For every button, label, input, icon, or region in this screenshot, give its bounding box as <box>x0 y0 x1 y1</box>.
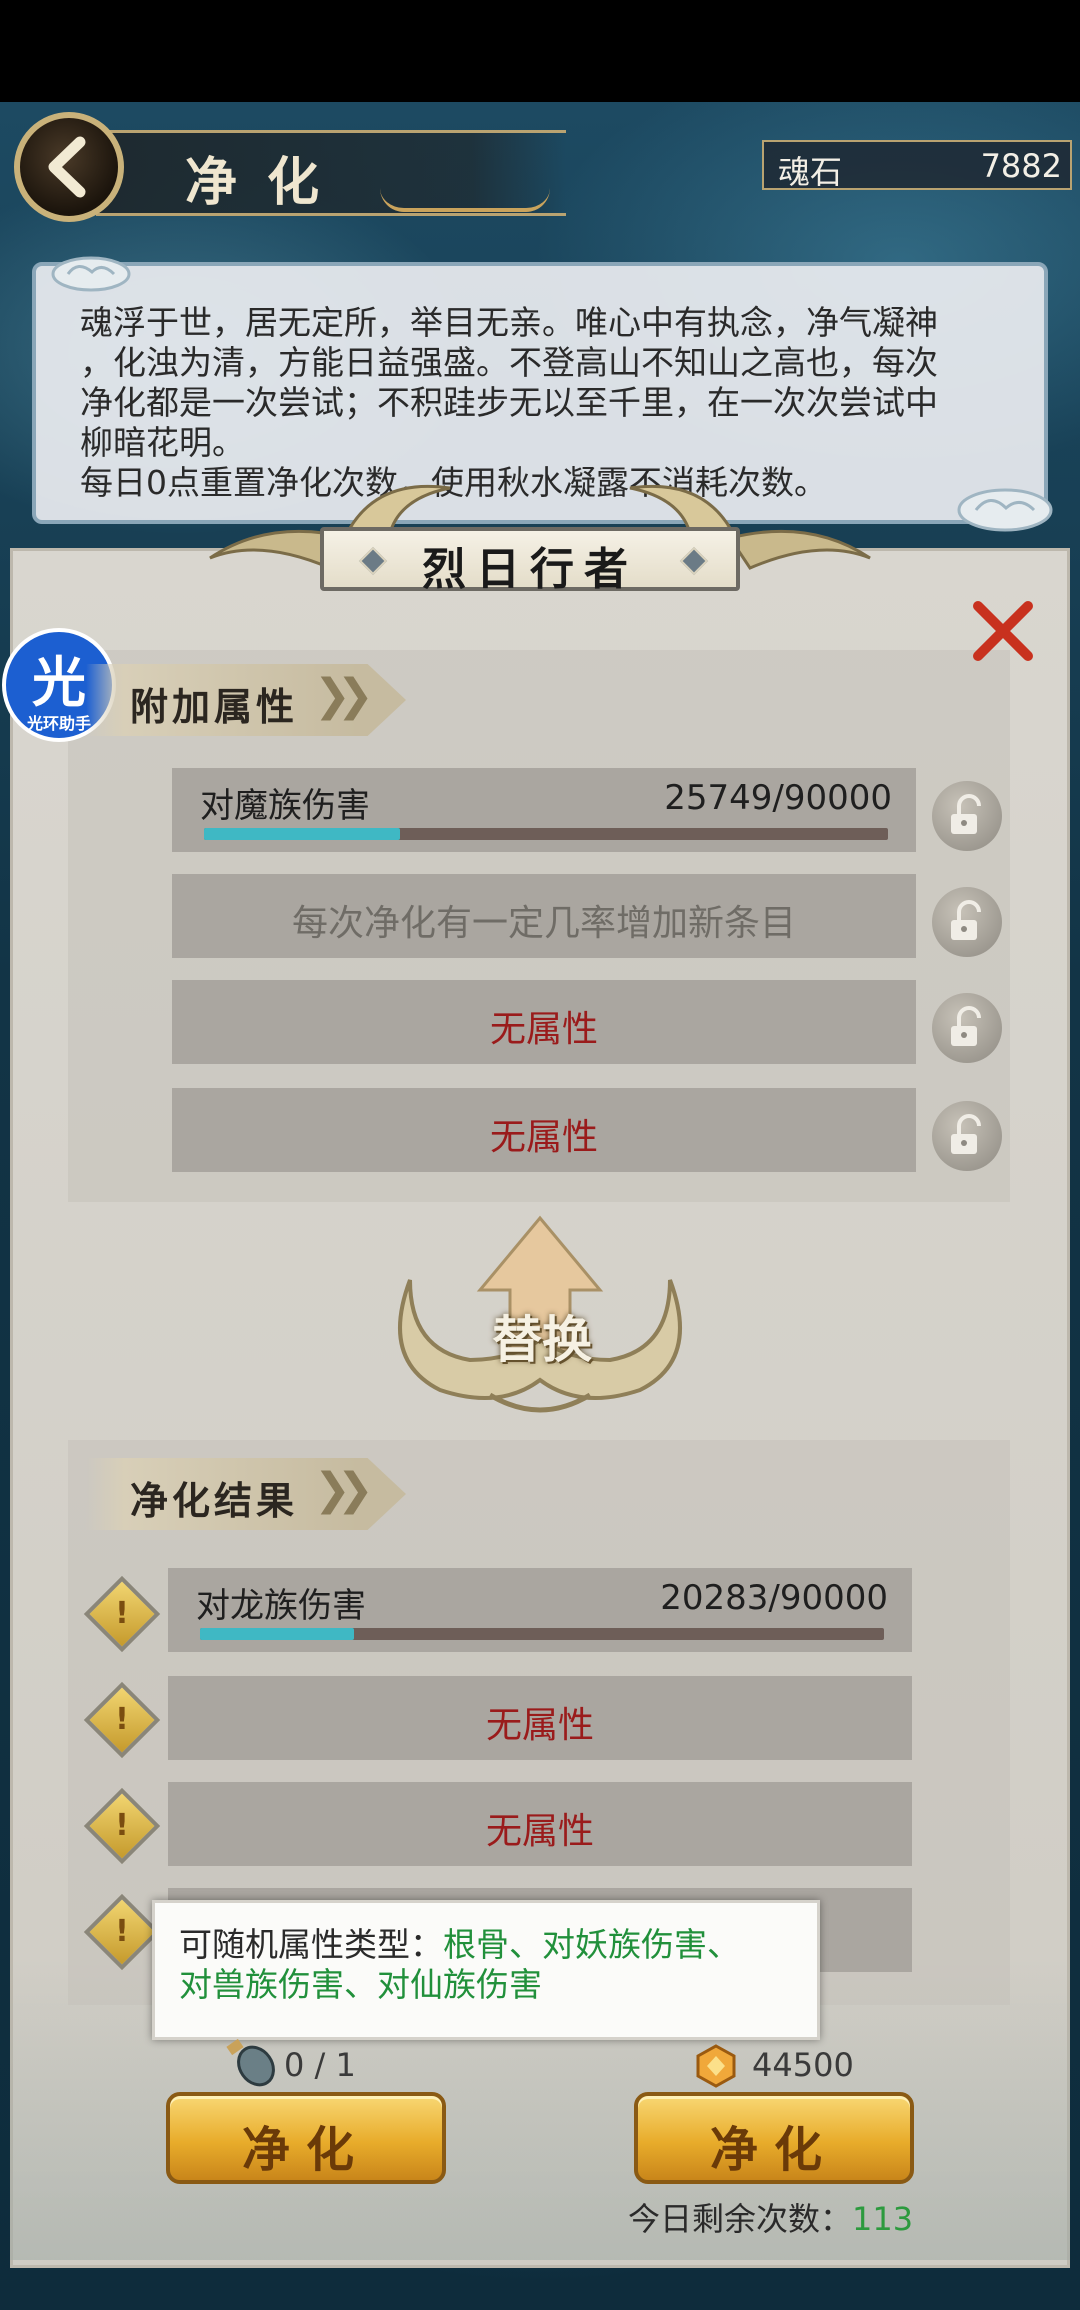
coin-cost: 44500 <box>752 2046 854 2084</box>
warning-icon: ! <box>83 1787 161 1865</box>
soul-stone-counter: 魂石 7882 <box>762 140 1072 191</box>
warning-button[interactable]: ! <box>82 1680 162 1760</box>
lock-button[interactable] <box>932 993 1002 1063</box>
section-title-attached: 附加属性 <box>130 684 299 729</box>
lock-button[interactable] <box>932 887 1002 957</box>
tooltip-types: 根骨、对妖族伤害、 <box>443 1925 740 1964</box>
description-text: 魂浮于世，居无定所，举目无亲。唯心中有执念，净气凝神 ，化浊为清，方能日益强盛。… <box>80 303 1020 503</box>
remaining-label: 今日剩余次数： <box>628 2200 853 2238</box>
status-bar <box>0 0 1080 102</box>
result-row: 无属性 <box>168 1676 912 1760</box>
attribute-name: 对魔族伤害 <box>200 786 370 826</box>
attribute-progress-fill <box>204 828 400 840</box>
attribute-progress-bar <box>204 828 888 840</box>
purify-with-coins-button[interactable]: 净化 <box>634 2092 914 2184</box>
button-label: 净化 <box>241 2122 370 2178</box>
result-row: 对龙族伤害 20283/90000 <box>168 1568 912 1652</box>
attribute-row: 无属性 <box>172 1088 916 1172</box>
warning-icon: ! <box>83 1575 161 1653</box>
warning-button[interactable]: ! <box>82 1786 162 1866</box>
lock-button[interactable] <box>932 1101 1002 1171</box>
attribute-row: 对魔族伤害 25749/90000 <box>172 768 916 852</box>
tooltip-label: 可随机属性类型： <box>179 1925 443 1964</box>
lock-icon <box>951 794 981 834</box>
attribute-empty: 无属性 <box>489 1117 598 1158</box>
page-title: 净化 <box>185 152 350 213</box>
purify-with-dew-button[interactable]: 净化 <box>166 2092 446 2184</box>
attribute-empty: 无属性 <box>485 1705 594 1746</box>
attribute-value: 25749/90000 <box>664 778 892 818</box>
attribute-empty: 无属性 <box>485 1811 594 1852</box>
close-icon[interactable] <box>968 596 1038 666</box>
dew-item-count: 0 / 1 <box>284 2046 356 2084</box>
button-label: 净化 <box>709 2122 838 2178</box>
section-title-result: 净化结果 <box>130 1478 299 1523</box>
attribute-row: 每次净化有一定几率增加新条目 <box>172 874 916 958</box>
coin-icon <box>696 2044 736 2088</box>
back-arrow-icon <box>48 136 86 198</box>
attribute-row: 无属性 <box>172 980 916 1064</box>
description-line: ，化浊为清，方能日益强盛。不登高山不知山之高也，每次 <box>80 343 938 382</box>
warning-icon: ! <box>83 1893 161 1971</box>
title-ornament <box>380 188 550 212</box>
attribute-hint: 每次净化有一定几率增加新条目 <box>291 903 796 944</box>
cloud-ornament <box>51 256 131 292</box>
attribute-types-tooltip: 可随机属性类型：根骨、对妖族伤害、 对兽族伤害、对仙族伤害 <box>152 1900 820 2040</box>
attribute-value: 20283/90000 <box>660 1578 888 1618</box>
remaining-value: 113 <box>852 2200 914 2238</box>
bottle-icon <box>226 2038 275 2087</box>
attribute-progress-fill <box>200 1628 354 1640</box>
result-row: 无属性 <box>168 1782 912 1866</box>
description-line: 魂浮于世，居无定所，举目无亲。唯心中有执念，净气凝神 <box>80 303 938 342</box>
tooltip-types: 对兽族伤害、对仙族伤害 <box>179 1965 542 2004</box>
lock-icon <box>951 900 981 940</box>
remaining-count: 今日剩余次数：113 <box>628 2194 913 2240</box>
warning-icon: ! <box>83 1681 161 1759</box>
attribute-empty: 无属性 <box>489 1009 598 1050</box>
back-button[interactable] <box>14 112 124 222</box>
attribute-name: 对龙族伤害 <box>196 1586 366 1626</box>
double-chevron-icon: ❯❯ <box>314 670 374 721</box>
description-line: 净化都是一次尝试；不积跬步无以至千里，在一次次尝试中 <box>80 383 938 422</box>
warning-button[interactable]: ! <box>82 1892 162 1972</box>
item-name: 烈日行者 <box>422 544 638 595</box>
description-line: 柳暗花明。 <box>80 423 245 462</box>
lock-icon <box>951 1114 981 1154</box>
replace-label: 替换 <box>492 1311 592 1369</box>
attribute-progress-bar <box>200 1628 884 1640</box>
currency-value: 7882 <box>980 147 1062 185</box>
double-chevron-icon: ❯❯ <box>314 1464 374 1515</box>
warning-button[interactable]: ! <box>82 1574 162 1654</box>
lock-button[interactable] <box>932 781 1002 851</box>
lock-icon <box>951 1006 981 1046</box>
currency-label: 魂石 <box>778 153 843 191</box>
